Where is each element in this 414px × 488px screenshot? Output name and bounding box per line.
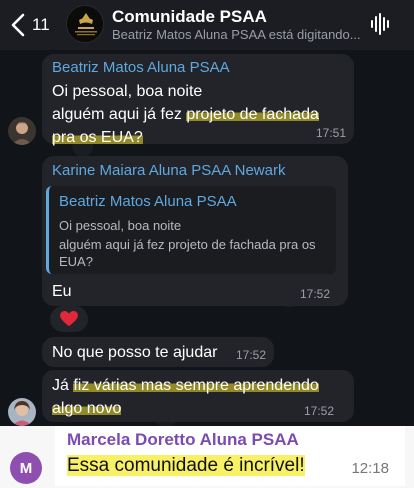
highlighted-text: fiz várias mas sempre aprendendo [73,377,319,394]
heart-icon [60,311,78,327]
sender-avatar[interactable] [8,398,36,426]
message-sender[interactable]: Beatriz Matos Aluna PSAA [52,59,230,76]
message-text: No que posso te ajudar [52,344,218,361]
voice-chat-icon[interactable] [370,12,392,36]
group-logo [67,6,103,42]
message-time: 17:52 [299,287,330,301]
chevron-left-icon [11,13,25,37]
back-button[interactable]: 11 [10,10,50,40]
message-time: 12:18 [351,460,389,477]
message-text-segment: alguém aqui já fez [52,106,187,123]
quote-line: Oi pessoal, boa noite [59,218,182,233]
highlighted-text: algo novo [52,400,122,417]
highlighted-text: Essa comunidade é incrível! [67,455,305,476]
message-line: Já fiz várias mas sempre aprendendo [52,374,319,397]
chat-title[interactable]: Comunidade PSAA [112,7,267,27]
reaction-pill[interactable] [50,306,88,332]
avatar-photo [8,117,36,145]
message-bubble[interactable]: No que posso te ajudar 17:52 [42,337,274,367]
chat-header: 11 Comunidade PSAA Beatriz Matos Aluna P… [0,0,414,50]
message-text: Essa comunidade é incrível! [67,455,305,477]
message-text-segment: Já [52,377,74,394]
message-bubble[interactable]: Beatriz Matos Aluna PSAA Oi pessoal, boa… [42,54,354,146]
message-time: 17:52 [235,348,266,362]
message-sender[interactable]: Karine Maiara Aluna PSAA Newark [52,162,285,179]
message-bubble[interactable]: Karine Maiara Aluna PSAA Newark Beatriz … [42,156,348,306]
message-line: pra os EUA? [52,126,143,149]
message-text: Eu [52,283,72,300]
avatar-photo [8,398,36,426]
group-avatar[interactable] [66,5,104,43]
sender-avatar[interactable] [8,117,36,145]
quote-line: alguém aqui já fez projeto de fachada pr… [59,237,316,252]
message-sender[interactable]: Marcela Doretto Aluna PSAA [67,430,299,450]
unread-count: 11 [32,15,50,34]
message-line: Oi pessoal, boa noite [52,83,203,100]
highlighted-text: pra os EUA? [52,129,143,146]
message-bubble[interactable]: Marcela Doretto Aluna PSAA Essa comunida… [55,426,405,486]
reply-quote[interactable]: Beatriz Matos Aluna PSAA Oi pessoal, boa… [46,186,336,274]
quote-sender: Beatriz Matos Aluna PSAA [59,193,237,210]
message-line: alguém aqui já fez projeto de fachada [52,103,319,126]
message-bubble[interactable]: Já fiz várias mas sempre aprendendo algo… [42,370,354,422]
message-time: 17:52 [303,404,334,418]
quote-line: EUA? [59,254,93,269]
typing-status: Beatriz Matos Aluna PSAA está digitando.… [112,27,361,42]
message-line: algo novo [52,397,122,420]
sender-avatar[interactable]: M [10,452,42,484]
message-time: 17:51 [315,126,346,140]
highlighted-text: projeto de fachada [186,106,319,123]
